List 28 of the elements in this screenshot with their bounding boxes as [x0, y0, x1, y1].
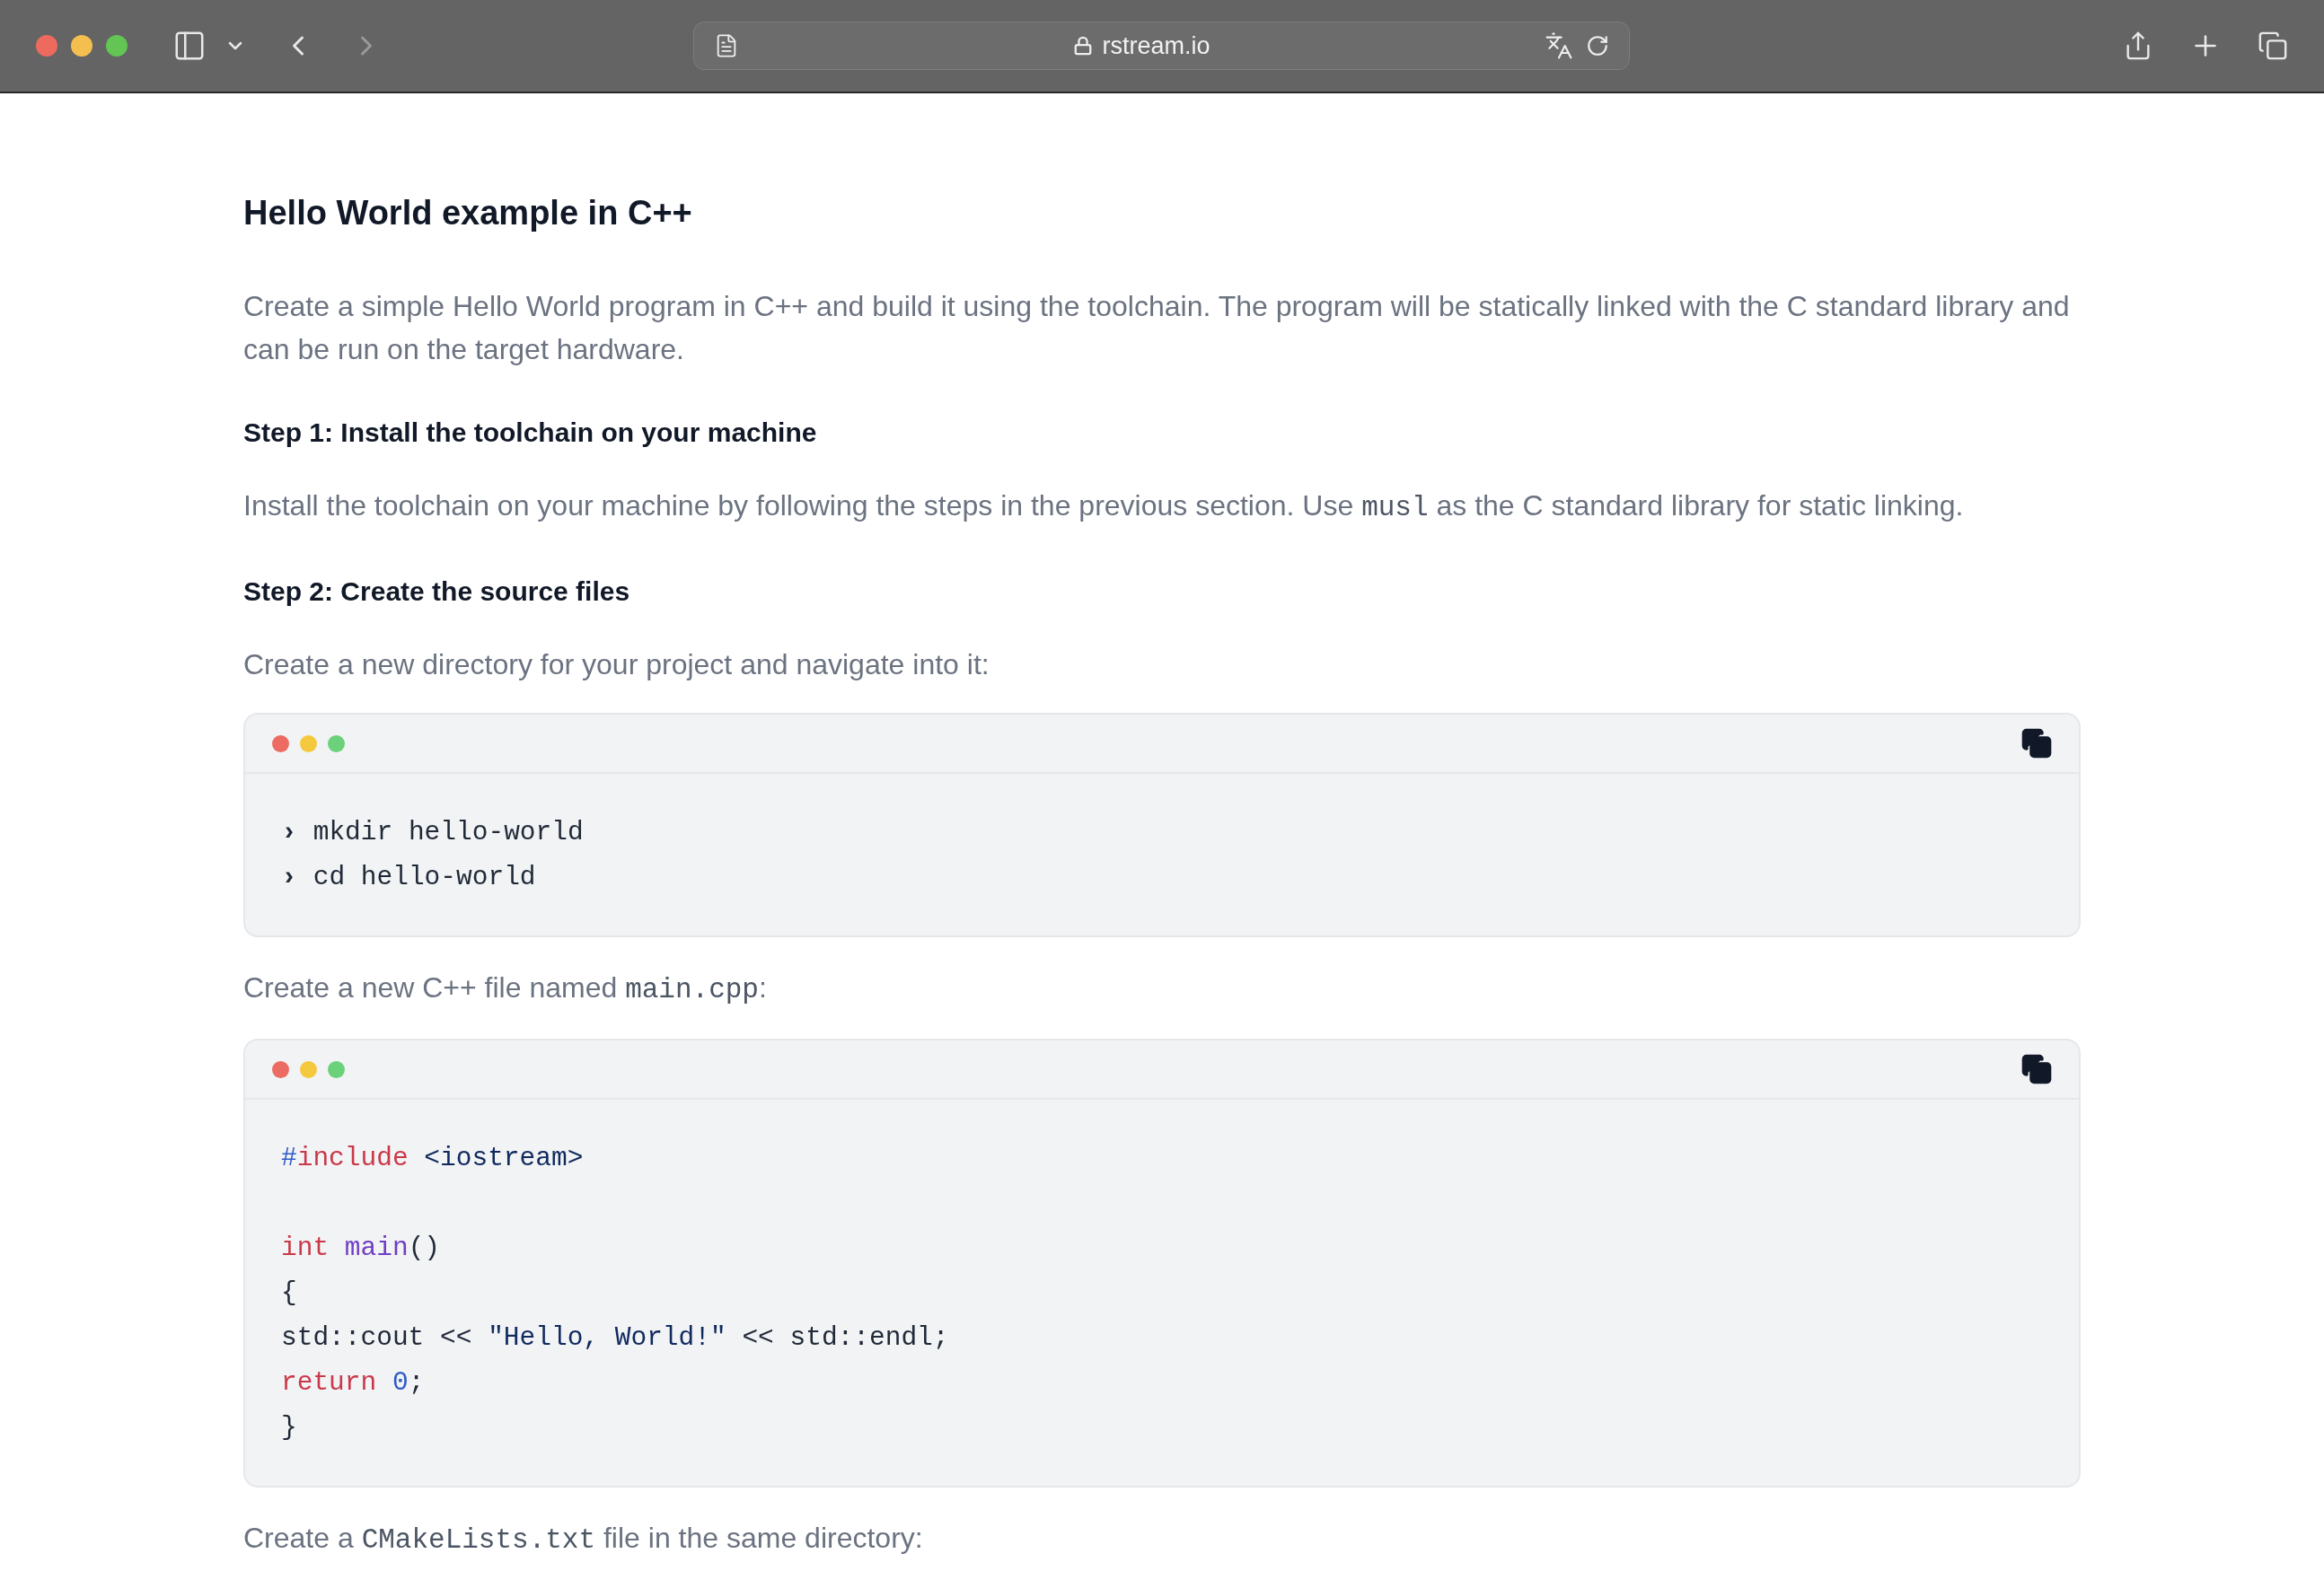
code-line: #include <iostream> — [281, 1142, 585, 1175]
window-dots-icon — [272, 1060, 345, 1078]
code-line: return 0; — [281, 1366, 426, 1400]
code-line: } — [281, 1411, 298, 1444]
code-line: › mkdir hello-world — [281, 816, 585, 849]
paragraph: Create a simple Hello World program in C++ and build it using the toolchain. The program will be statically linked with the C standard library and can be run on the target hardware. — [243, 289, 2071, 367]
sidebar-icon[interactable] — [172, 29, 207, 63]
window-controls-icon[interactable] — [36, 35, 128, 57]
code-line: int main() — [281, 1232, 442, 1265]
translate-icon[interactable] — [1545, 31, 1573, 60]
paragraph: Create a CMakeLists.txt file in the same directory: — [243, 1521, 924, 1558]
tabs-overview-icon[interactable] — [2258, 30, 2288, 62]
code-line: › cd hello-world — [281, 861, 537, 894]
code-line: { — [281, 1277, 298, 1310]
page-title: Hello World example in C++ — [243, 194, 693, 233]
copy-button[interactable] — [2021, 1054, 2052, 1084]
window-dots-icon — [272, 734, 345, 752]
paragraph: Create a new directory for your project and navigate into it: — [243, 647, 990, 682]
lock-icon — [1073, 36, 1094, 56]
url-text: rstream.io — [1102, 31, 1210, 60]
copy-button[interactable] — [2021, 728, 2052, 759]
paragraph: Install the toolchain on your machine by following the steps in the previous section. Use musl as the C standard library for static linking. — [243, 488, 1965, 525]
section-heading: Step 1: Install the toolchain on your machine — [243, 417, 818, 448]
paragraph: Create a new C++ file named main.cpp: — [243, 970, 768, 1007]
reload-icon[interactable] — [1586, 34, 1609, 57]
code-line: std::cout << "Hello, World!" << std::endl; — [281, 1321, 950, 1355]
address-bar[interactable]: rstream.io — [693, 22, 1630, 70]
section-heading: Step 2: Create the source files — [243, 576, 631, 607]
